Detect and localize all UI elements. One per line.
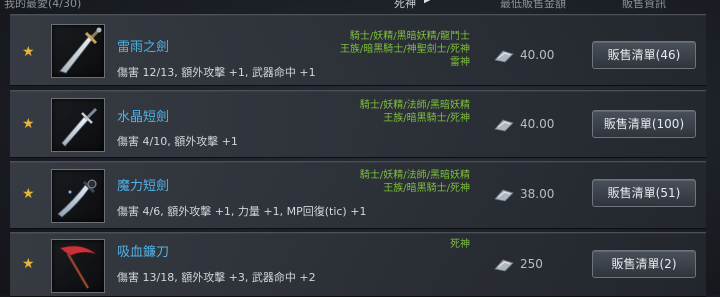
lowest-price: 40.00 (520, 48, 555, 62)
currency-icon (493, 48, 515, 64)
sale-info-column-header: 販售資訊 (622, 0, 666, 10)
sword-icon (59, 27, 102, 74)
list-header: 我的最愛(4/30) 死神 ▶ 最低販售金額 販售資訊 (0, 0, 720, 12)
currency-icon (493, 257, 515, 273)
item-row[interactable]: ★ 魔力短劍 傷害 4/6, 額外攻擊 +1, 力量 +1, MP回復(tic)… (10, 161, 706, 229)
favorite-star-icon[interactable]: ★ (22, 45, 36, 59)
item-name[interactable]: 雷雨之劍 (117, 36, 169, 55)
item-classes: 騎士/妖精/法師/黑暗妖精 王族/暗黑騎士/死神 (359, 100, 470, 124)
item-icon (51, 98, 105, 152)
favorites-title: 我的最愛(4/30) (4, 0, 82, 10)
currency-icon (493, 187, 515, 203)
sale-list-button[interactable]: 販售清單(100) (592, 110, 696, 138)
item-stats: 傷害 4/10, 額外攻擊 +1 (117, 135, 238, 148)
item-row[interactable]: ★ 雷雨之劍 傷害 12/13, 額外攻擊 +1, 武器命中 +1 騎士/妖精/… (10, 14, 706, 86)
item-row[interactable]: ★ 水晶短劍 傷害 4/10, 額外攻擊 +1 騎士/妖精/法師/黑暗妖精 王族… (10, 90, 706, 158)
item-icon (51, 169, 105, 223)
lowest-price: 38.00 (520, 187, 555, 201)
item-classes: 死神 (450, 239, 470, 250)
item-stats: 傷害 12/13, 額外攻擊 +1, 武器命中 +1 (117, 66, 316, 79)
item-name[interactable]: 水晶短劍 (117, 106, 169, 125)
item-name[interactable]: 吸血鐮刀 (117, 241, 169, 260)
item-icon (51, 24, 105, 78)
favorite-star-icon[interactable]: ★ (22, 187, 36, 201)
price-column-header: 最低販售金額 (500, 0, 566, 10)
sale-list-button[interactable]: 販售清單(51) (592, 179, 696, 207)
lowest-price: 40.00 (520, 117, 555, 131)
item-name[interactable]: 魔力短劍 (117, 175, 169, 194)
item-stats: 傷害 13/18, 額外攻擊 +3, 武器命中 +2 (117, 271, 316, 284)
play-icon[interactable]: ▶ (424, 0, 434, 8)
magic-dagger-icon (57, 179, 97, 218)
currency-icon (493, 117, 515, 133)
item-icon (51, 239, 105, 293)
dagger-icon (61, 107, 98, 147)
lowest-price: 250 (520, 257, 543, 271)
item-classes: 騎士/妖精/法師/黑暗妖精 王族/暗黑騎士/死神 (359, 170, 470, 194)
item-stats: 傷害 4/6, 額外攻擊 +1, 力量 +1, MP回復(tic) +1 (117, 205, 367, 218)
item-classes: 騎士/妖精/黑暗妖精/龍鬥士 王族/暗黑騎士/神聖劍士/死神 雷神 (339, 31, 470, 68)
item-row[interactable]: ★ 吸血鐮刀 傷害 13/18, 額外攻擊 +3, 武器命中 +2 死神 250… (10, 232, 706, 297)
favorite-star-icon[interactable]: ★ (22, 117, 36, 131)
class-filter-label[interactable]: 死神 (394, 0, 416, 11)
scythe-icon (59, 245, 97, 289)
sale-list-button[interactable]: 販售清單(2) (592, 250, 696, 278)
sale-list-button[interactable]: 販售清單(46) (592, 41, 696, 69)
favorite-star-icon[interactable]: ★ (22, 257, 36, 271)
